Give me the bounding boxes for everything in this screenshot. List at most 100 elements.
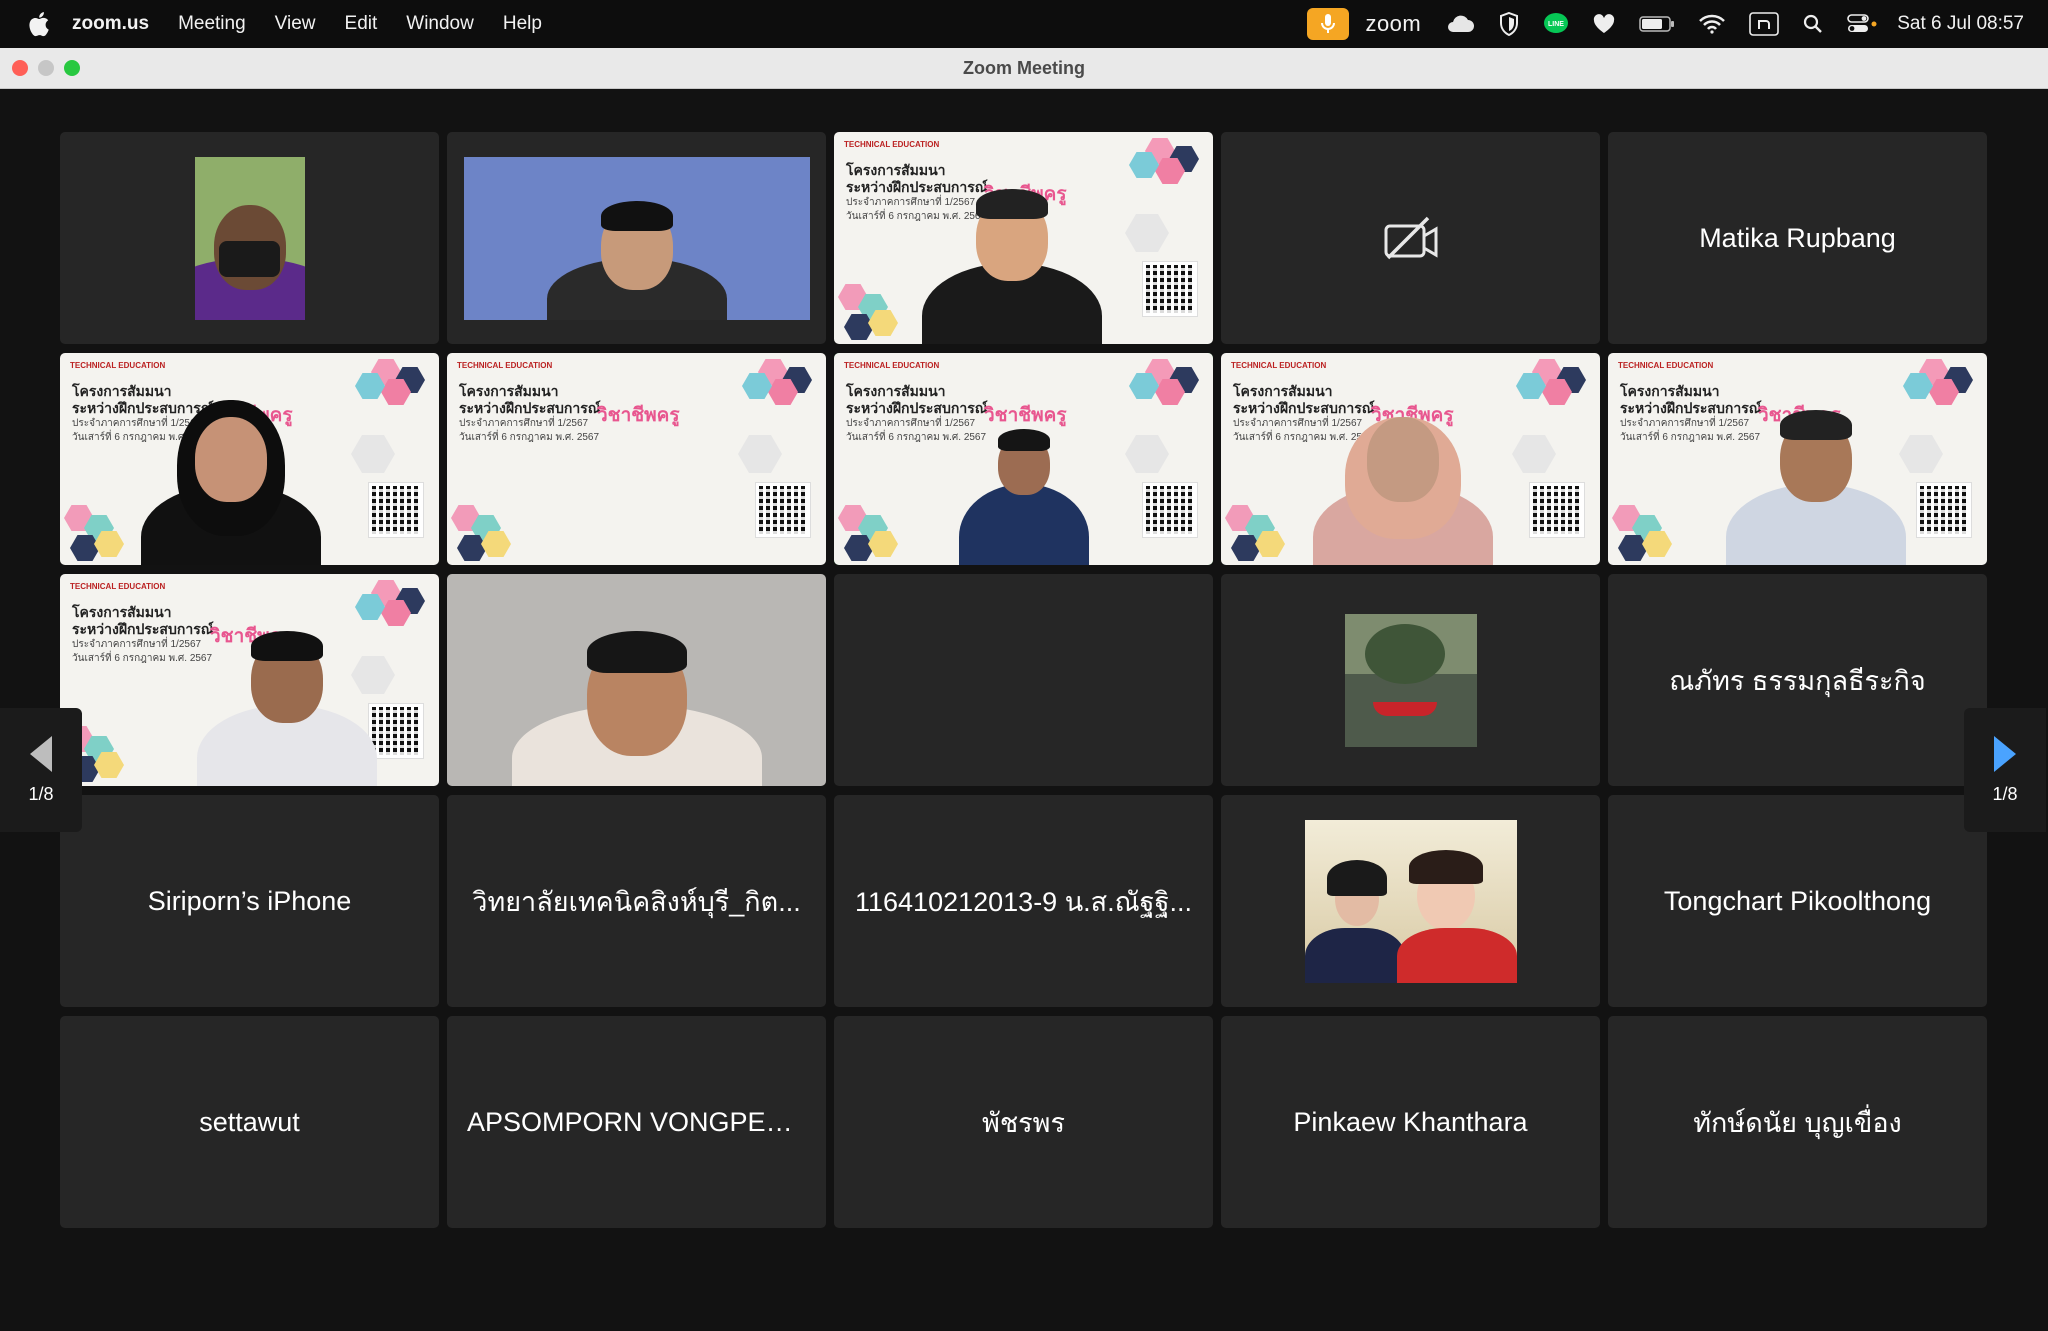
traffic-lights xyxy=(12,60,80,76)
minimize-window-button[interactable] xyxy=(38,60,54,76)
participant-name: Tongchart Pikoolthong xyxy=(1663,885,1932,916)
prev-page-button[interactable]: 1/8 xyxy=(0,708,82,832)
participant-tile[interactable]: Matika Rupbang xyxy=(1608,132,1987,344)
menu-meeting[interactable]: Meeting xyxy=(178,13,246,35)
next-page-button[interactable]: 1/8 xyxy=(1964,708,2046,832)
gallery-view: TECHNICAL EDUCATION โครงการสัมมนา ระหว่างฝ… xyxy=(0,89,2048,1331)
participant-tile[interactable] xyxy=(834,574,1213,786)
line-icon[interactable]: LINE xyxy=(1543,9,1569,39)
participant-video xyxy=(194,156,305,320)
participant-tile[interactable]: 116410212013-9 น.ส.ณัฐฐิ... xyxy=(834,795,1213,1007)
participant-video: TECHNICAL EDUCATION โครงการสัมมนา ระหว่างฝ… xyxy=(60,574,439,786)
window-title: Zoom Meeting xyxy=(963,57,1085,78)
menu-view[interactable]: View xyxy=(275,13,316,35)
chevron-left-icon xyxy=(30,735,52,772)
wifi-icon[interactable] xyxy=(1699,9,1726,39)
participant-tile[interactable] xyxy=(1221,795,1600,1007)
slide-title: โครงการสัมมนา ระหว่างฝึกประสบการณ์ xyxy=(1233,383,1375,417)
slide-brand: TECHNICAL EDUCATION xyxy=(1231,361,1327,370)
participant-tile[interactable]: ทักษ์ดนัย บุญเขื่อง xyxy=(1608,1016,1987,1228)
zoom-status-label[interactable]: zoom xyxy=(1365,11,1421,37)
participant-photo xyxy=(1304,819,1517,983)
slide-title-line2: ระหว่างฝึกประสบการณ์ xyxy=(846,400,988,416)
participant-tile[interactable]: settawut xyxy=(60,1016,439,1228)
slide-sub-line1: ประจำภาคการศึกษาที่ 1/2567 xyxy=(459,418,589,429)
slide-sub-line2: วันเสาร์ที่ 6 กรกฎาคม พ.ศ. 2567 xyxy=(459,432,600,443)
slide-brand: TECHNICAL EDUCATION xyxy=(844,361,940,370)
slide-title-line1: โครงการสัมมนา xyxy=(1620,383,1720,399)
slide-sub-line2: วันเสาร์ที่ 6 กรกฎาคม พ.ศ. 2567 xyxy=(846,211,987,222)
participant-tile[interactable]: TECHNICAL EDUCATION โครงการสัมมนา ระหว่างฝ… xyxy=(1221,353,1600,565)
participant-tile[interactable] xyxy=(1221,132,1600,344)
slide-sub-line1: ประจำภาคการศึกษาที่ 1/2567 xyxy=(1620,418,1750,429)
status-area: zoom LINE Sat 6 Jul 08:57 xyxy=(1307,8,2024,40)
participant-name: พัชรพร xyxy=(982,1107,1065,1138)
heart-icon[interactable] xyxy=(1593,9,1615,39)
zoom-window-button[interactable] xyxy=(64,60,80,76)
participant-photo xyxy=(1344,613,1477,747)
chevron-right-icon xyxy=(1994,735,2016,772)
slide-title-line1: โครงการสัมมนา xyxy=(846,162,946,178)
n-icon[interactable] xyxy=(1749,9,1780,39)
menu-bar: zoom.us Meeting View Edit Window Help zo… xyxy=(0,0,2048,48)
qr-code xyxy=(1916,482,1972,538)
participant-tile[interactable]: TECHNICAL EDUCATION โครงการสัมมนา ระหว่างฝ… xyxy=(60,574,439,786)
control-center-icon[interactable] xyxy=(1847,9,1877,39)
search-icon[interactable] xyxy=(1803,9,1823,39)
svg-text:LINE: LINE xyxy=(1548,21,1564,28)
slide-title-line1: โครงการสัมมนา xyxy=(72,604,172,620)
slide-title-line2: ระหว่างฝึกประสบการณ์ xyxy=(1620,400,1762,416)
participant-name: settawut xyxy=(199,1106,300,1137)
slide-title-line2: ระหว่างฝึกประสบการณ์ xyxy=(72,400,214,416)
menu-app-name[interactable]: zoom.us xyxy=(72,13,149,35)
slide-brand: TECHNICAL EDUCATION xyxy=(1618,361,1714,370)
participant-tile[interactable]: ณภัทร ธรรมกุลธีระกิจ xyxy=(1608,574,1987,786)
participant-tile[interactable]: TECHNICAL EDUCATION โครงการสัมมนา ระหว่างฝ… xyxy=(60,353,439,565)
slide-title: โครงการสัมมนา ระหว่างฝึกประสบการณ์ xyxy=(846,383,988,417)
slide-brand: TECHNICAL EDUCATION xyxy=(457,361,553,370)
qr-code xyxy=(1142,482,1198,538)
slide-title: โครงการสัมมนา ระหว่างฝึกประสบการณ์ xyxy=(72,383,214,417)
menu-help[interactable]: Help xyxy=(503,13,542,35)
mic-icon[interactable] xyxy=(1307,8,1350,40)
participant-tile[interactable] xyxy=(1221,574,1600,786)
slide-sub-line2: วันเสาร์ที่ 6 กรกฎาคม พ.ศ. 2567 xyxy=(72,653,213,664)
slide-title-line2: ระหว่างฝึกประสบการณ์ xyxy=(1233,400,1375,416)
participant-tile[interactable]: Tongchart Pikoolthong xyxy=(1608,795,1987,1007)
participant-tile[interactable]: TECHNICAL EDUCATION โครงการสัมมนา ระหว่างฝ… xyxy=(447,353,826,565)
menu-edit[interactable]: Edit xyxy=(345,13,378,35)
participant-tile[interactable]: APSOMPORN VONGPEA... xyxy=(447,1016,826,1228)
close-window-button[interactable] xyxy=(12,60,28,76)
participant-face xyxy=(1366,416,1439,502)
menubar-clock[interactable]: Sat 6 Jul 08:57 xyxy=(1897,13,2024,35)
participant-video: TECHNICAL EDUCATION โครงการสัมมนา ระหว่างฝ… xyxy=(834,132,1213,344)
slide-title-line1: โครงการสัมมนา xyxy=(459,383,559,399)
qr-code xyxy=(368,703,424,759)
participant-tile[interactable]: วิทยาลัยเทคนิคสิงห์บุรี_กิต... xyxy=(447,795,826,1007)
participant-tile[interactable]: TECHNICAL EDUCATION โครงการสัมมนา ระหว่างฝ… xyxy=(834,353,1213,565)
apple-icon[interactable] xyxy=(26,10,50,38)
camera-off-icon xyxy=(1384,216,1437,260)
battery-icon[interactable] xyxy=(1639,9,1675,39)
slide-title: โครงการสัมมนา ระหว่างฝึกประสบการณ์ xyxy=(459,383,601,417)
menu-window[interactable]: Window xyxy=(406,13,474,35)
participant-tile[interactable]: Pinkaew Khanthara xyxy=(1221,1016,1600,1228)
shield-icon[interactable] xyxy=(1499,9,1519,39)
participant-tile[interactable] xyxy=(447,574,826,786)
participant-tile[interactable]: Siriporn’s iPhone xyxy=(60,795,439,1007)
participant-name: 116410212013-9 น.ส.ณัฐฐิ... xyxy=(855,886,1192,917)
participant-name: ณภัทร ธรรมกุลธีระกิจ xyxy=(1669,665,1926,696)
slide-brand: TECHNICAL EDUCATION xyxy=(70,361,166,370)
slide-sub-line2: วันเสาร์ที่ 6 กรกฎาคม พ.ศ. 2567 xyxy=(846,432,987,443)
participant-tile[interactable] xyxy=(447,132,826,344)
cloud-icon[interactable] xyxy=(1445,9,1475,39)
participant-tile[interactable] xyxy=(60,132,439,344)
participant-video: TECHNICAL EDUCATION โครงการสัมมนา ระหว่างฝ… xyxy=(447,353,826,565)
participant-tile[interactable]: TECHNICAL EDUCATION โครงการสัมมนา ระหว่างฝ… xyxy=(834,132,1213,344)
slide-brand: TECHNICAL EDUCATION xyxy=(844,140,940,149)
participant-name: วิทยาลัยเทคนิคสิงห์บุรี_กิต... xyxy=(472,886,801,917)
participant-tile[interactable]: TECHNICAL EDUCATION โครงการสัมมนา ระหว่างฝ… xyxy=(1608,353,1987,565)
participant-name: Siriporn’s iPhone xyxy=(147,885,352,916)
participant-tile[interactable]: พัชรพร xyxy=(834,1016,1213,1228)
slide-title-line2: ระหว่างฝึกประสบการณ์ xyxy=(846,179,988,195)
